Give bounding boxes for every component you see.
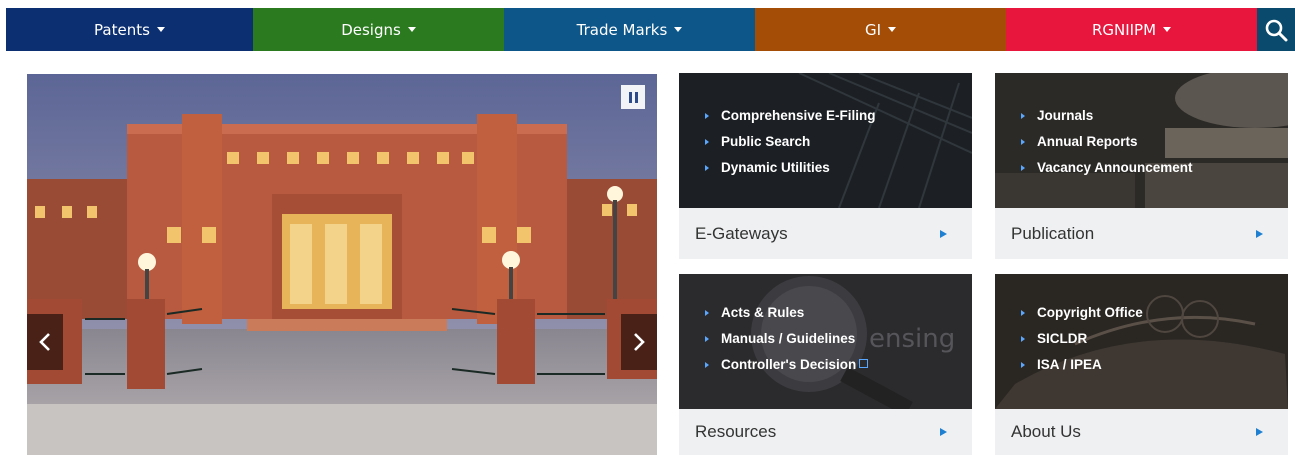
caret-down-icon <box>674 27 683 32</box>
nav-gi-label: GI <box>864 20 882 39</box>
link-label: Controller's Decision <box>721 357 857 372</box>
tile-title: Publication <box>1011 223 1095 243</box>
link-controllers-decision[interactable]: Controller's Decision <box>705 352 869 378</box>
tile-title: Resources <box>695 422 777 441</box>
caret-down-icon <box>156 27 165 32</box>
tile-link-list: Comprehensive E-Filing Public Search Dyn… <box>705 103 876 181</box>
caret-down-icon <box>407 27 416 32</box>
link-dynamic-utilities[interactable]: Dynamic Utilities <box>705 155 876 181</box>
tile-title: E-Gateways <box>695 223 788 243</box>
tile-resources[interactable]: ensing Acts & Rules Manuals / Guidelines… <box>679 274 972 455</box>
bullet-arrow-icon <box>705 310 709 316</box>
nav-rgniipm-label: RGNIIPM <box>1091 20 1157 39</box>
search-icon <box>1265 19 1288 41</box>
bullet-arrow-icon <box>705 165 709 171</box>
bullet-arrow-icon <box>1021 362 1025 368</box>
tile-image: Journals Annual Reports Vacancy Announce… <box>995 73 1288 208</box>
tile-link-list: Journals Annual Reports Vacancy Announce… <box>1021 103 1193 181</box>
tile-footer[interactable]: Publication <box>995 208 1288 259</box>
bullet-arrow-icon <box>1021 113 1025 119</box>
link-comprehensive-e-filing[interactable]: Comprehensive E-Filing <box>705 103 876 129</box>
bullet-arrow-icon <box>705 362 709 368</box>
next-slide-button[interactable] <box>621 314 657 370</box>
caret-down-icon <box>1163 27 1172 32</box>
nav-rgniipm[interactable]: RGNIIPM <box>1006 8 1257 51</box>
hero-slider <box>27 74 657 455</box>
play-arrow-icon <box>940 428 947 436</box>
link-isa-ipea[interactable]: ISA / IPEA <box>1021 352 1143 378</box>
link-label: Annual Reports <box>1037 134 1138 149</box>
pause-icon-bar <box>628 91 632 103</box>
link-annual-reports[interactable]: Annual Reports <box>1021 129 1193 155</box>
nav-patents-label: Patents <box>94 20 150 39</box>
tile-image: Comprehensive E-Filing Public Search Dyn… <box>679 73 972 208</box>
link-label: ISA / IPEA <box>1037 357 1102 372</box>
background-word: ensing <box>869 324 956 354</box>
tile-footer[interactable]: Resources <box>679 409 972 455</box>
link-journals[interactable]: Journals <box>1021 103 1193 129</box>
play-arrow-icon <box>940 229 947 238</box>
tile-title: About Us <box>1011 422 1081 441</box>
nav-gi[interactable]: GI <box>755 8 1006 51</box>
bullet-arrow-icon <box>1021 310 1025 316</box>
bullet-arrow-icon <box>1021 336 1025 342</box>
link-label: SICLDR <box>1037 331 1088 346</box>
tile-footer[interactable]: E-Gateways <box>679 208 972 259</box>
link-manuals-guidelines[interactable]: Manuals / Guidelines <box>705 326 868 352</box>
link-label: Copyright Office <box>1037 305 1143 320</box>
pause-icon-bar <box>634 91 638 103</box>
nav-trade-marks[interactable]: Trade Marks <box>504 8 755 51</box>
nav-designs[interactable]: Designs <box>253 8 504 51</box>
bullet-arrow-icon <box>705 336 709 342</box>
bullet-arrow-icon <box>705 113 709 119</box>
prev-slide-button[interactable] <box>27 314 63 370</box>
nav-designs-label: Designs <box>341 20 401 39</box>
tile-link-list: Copyright Office SICLDR ISA / IPEA <box>1021 300 1143 378</box>
tile-image: ensing Acts & Rules Manuals / Guidelines… <box>679 274 972 409</box>
nav-trade-marks-label: Trade Marks <box>576 20 668 39</box>
tile-publication[interactable]: Journals Annual Reports Vacancy Announce… <box>995 73 1288 259</box>
link-label: Vacancy Announcement <box>1037 160 1193 175</box>
tile-link-list: Acts & Rules Manuals / Guidelines Contro… <box>705 300 869 378</box>
play-arrow-icon <box>1256 229 1263 238</box>
external-link-icon <box>859 359 869 368</box>
play-arrow-icon <box>1256 428 1263 436</box>
tile-footer[interactable]: About Us <box>995 409 1288 455</box>
link-label: Manuals / Guidelines <box>721 331 856 346</box>
link-label: Public Search <box>721 134 811 149</box>
link-label: Acts & Rules <box>721 305 805 320</box>
tile-about-us[interactable]: Copyright Office SICLDR ISA / IPEA About… <box>995 274 1288 455</box>
link-public-search[interactable]: Public Search <box>705 129 876 155</box>
tile-e-gateways[interactable]: Comprehensive E-Filing Public Search Dyn… <box>679 73 972 259</box>
link-label: Dynamic Utilities <box>721 160 830 175</box>
nav-patents[interactable]: Patents <box>6 8 253 51</box>
caret-down-icon <box>888 27 897 32</box>
tile-image: Copyright Office SICLDR ISA / IPEA <box>995 274 1288 409</box>
chevron-right-icon <box>634 333 645 351</box>
pause-button[interactable] <box>621 85 645 109</box>
link-label: Comprehensive E-Filing <box>721 108 876 123</box>
link-sicldr[interactable]: SICLDR <box>1021 326 1143 352</box>
search-button[interactable] <box>1257 8 1295 51</box>
building-photo <box>27 74 657 455</box>
link-acts-rules[interactable]: Acts & Rules <box>705 300 868 326</box>
bullet-arrow-icon <box>705 139 709 145</box>
bullet-arrow-icon <box>1021 139 1025 145</box>
link-copyright-office[interactable]: Copyright Office <box>1021 300 1143 326</box>
link-label: Journals <box>1037 108 1094 123</box>
bullet-arrow-icon <box>1021 165 1025 171</box>
link-vacancy-announcement[interactable]: Vacancy Announcement <box>1021 155 1193 181</box>
main-nav: Patents Designs Trade Marks GI RGNIIPM <box>6 8 1295 51</box>
chevron-left-icon <box>39 333 50 351</box>
